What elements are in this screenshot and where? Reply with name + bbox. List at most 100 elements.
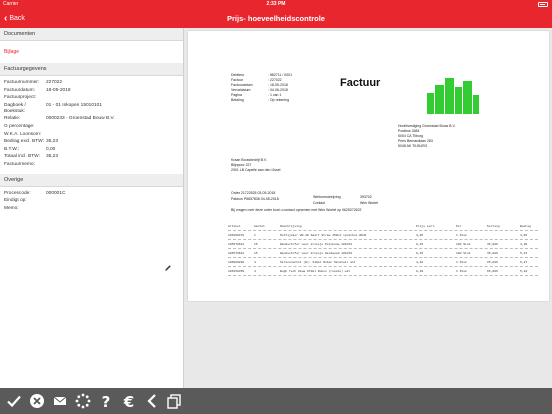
field-value	[46, 95, 183, 101]
field-label: Dagboek / Boekstuk:	[4, 102, 26, 114]
table-cell: 105578681	[228, 252, 245, 255]
field-label: Factuurnummer:	[4, 80, 40, 85]
order-line: Order 21722525 03-05-2018	[231, 191, 276, 195]
field-label: Factuurdatum:	[4, 87, 35, 93]
table-divider	[228, 239, 538, 240]
status-bar: Carrier 2:33 PM	[0, 0, 552, 9]
field-label: Eindigt op:	[4, 198, 27, 204]
table-cell: 65,00%	[487, 270, 498, 273]
table-cell: 1 Stuk	[456, 234, 467, 237]
field-value: 000001C	[46, 190, 66, 196]
invoice-meta: Debiteur: 882711 / 0001 Factuur: 227022 Fa…	[231, 73, 292, 103]
edit-pencil-icon[interactable]	[164, 264, 172, 272]
invoice-page: Debiteur: 882711 / 0001 Factuur: 227022 Fa…	[188, 31, 549, 301]
table-cell: Multijoker WD-40 Smart Straw 450ml spuit…	[280, 234, 367, 237]
field-value: 0000233 - Groenstad Bouw B.V.	[46, 116, 115, 122]
nav-bar: ‹ Back Prijs- hoeveelheidscontrole	[0, 9, 552, 28]
svg-text:€: €	[123, 393, 134, 409]
copy-icon[interactable]	[166, 393, 182, 409]
recipient-line: 2901 LB Capelle aan den IJssel	[231, 168, 281, 172]
table-cell: 35,00%	[487, 252, 498, 255]
section-header-factuurgegevens: Factuurgegevens	[0, 63, 183, 76]
field-row: Procescode: 000001C	[0, 191, 183, 197]
werkomschrijving-value: 393702	[360, 195, 372, 199]
table-divider	[228, 257, 538, 258]
field-row: Memo:	[0, 206, 183, 212]
table-cell: 105578681	[228, 243, 245, 246]
table-header-cell: Aantal	[254, 225, 265, 228]
table-header-cell: Omschrijving	[280, 225, 302, 228]
loading-icon[interactable]	[75, 393, 91, 409]
field-value: 01 - 01 Inkopen 15010101	[46, 102, 103, 108]
table-cell: 4,39	[520, 243, 528, 246]
section-header-documenten: Documenten	[0, 28, 183, 41]
field-row: Factuurdatum: 18-05-2018	[0, 88, 183, 94]
field-row: Factuurproject:	[0, 95, 183, 101]
section-header-overige: Overige	[0, 173, 183, 187]
sidebar: Documenten Bijlage Factuurgegevens Factu…	[0, 28, 184, 388]
pakbon-line: Pakbon P6657836 04-05-2018	[231, 197, 279, 201]
help-icon[interactable]: ?	[98, 393, 114, 409]
table-cell: 105209478	[228, 234, 245, 237]
city-logo-icon	[427, 78, 479, 114]
table-cell: 4	[254, 270, 256, 273]
table-header-cell: Prijs excl.	[416, 225, 436, 228]
table-divider	[228, 248, 538, 249]
table-divider	[228, 275, 538, 276]
table-cell: 5,94	[520, 270, 528, 273]
cancel-icon[interactable]	[29, 393, 45, 409]
field-value: 35,23	[46, 139, 59, 145]
contact-label: Contact	[313, 201, 326, 205]
battery-icon	[538, 2, 548, 7]
table-cell: 15	[254, 243, 258, 246]
field-value: 35,23	[46, 154, 59, 160]
svg-text:?: ?	[102, 393, 111, 409]
field-row: B.T.W.: 0,00	[0, 147, 183, 153]
table-divider	[228, 266, 538, 267]
recipient-address: Kraan Bouwbedrijf B.V. Blijnpoor 227 2901 …	[231, 158, 280, 173]
table-cell: 100 Stuk	[456, 243, 471, 246]
meta-label: Betaling	[231, 98, 244, 102]
table-cell: 5,13	[520, 252, 528, 255]
field-row: Factuurnummer: 227022	[0, 80, 183, 86]
field-label: W.K.A. Loonsom:	[4, 131, 42, 137]
field-label: Bedrag excl. BTW:	[4, 139, 44, 145]
field-value	[46, 132, 183, 138]
field-value	[46, 162, 183, 168]
table-cell: Wandschrfer voor kruisje Hardwood 100x50	[280, 252, 353, 255]
table-cell: 1 Stuk	[456, 270, 467, 273]
field-row: Totaal incl. BTW: 35,23	[0, 154, 183, 160]
table-cell: 4,48	[416, 261, 424, 264]
field-label: Totaal incl. BTW:	[4, 154, 40, 160]
field-value: 227022	[46, 80, 63, 85]
table-cell: Wandschrfer voor kruisje Polybouw 100x50	[280, 243, 353, 246]
clock: 2:33 PM	[266, 1, 286, 7]
field-row: G percentage:	[0, 124, 183, 130]
contact-value: Wim Wortel	[360, 201, 379, 205]
contact-note: Bij vragen over deze order kunt u contac…	[231, 208, 362, 212]
field-label: Relatie:	[4, 116, 21, 122]
field-label: Procescode:	[4, 190, 31, 196]
bijlage-link[interactable]: Bijlage	[0, 41, 183, 63]
check-icon[interactable]	[6, 393, 22, 409]
field-row: Bedrag excl. BTW: 35,23	[0, 139, 183, 145]
invoice-preview[interactable]: Debiteur: 882711 / 0001 Factuur: 227022 Fa…	[185, 28, 552, 388]
field-label: Factuurproject:	[4, 95, 36, 101]
table-cell: 6,45	[416, 252, 424, 255]
field-value: 18-05-2018	[46, 87, 71, 93]
table-cell: 8,49	[416, 270, 424, 273]
mail-icon[interactable]	[52, 393, 68, 409]
field-label: G percentage:	[4, 123, 35, 129]
bottom-toolbar: ? €	[0, 388, 552, 414]
field-value: 0,00	[46, 146, 56, 152]
table-header-cell: Artikel	[228, 225, 241, 228]
euro-icon[interactable]: €	[121, 393, 137, 409]
field-value	[46, 124, 183, 130]
field-row: Eindigt op:	[0, 198, 183, 204]
table-cell: 4,95	[520, 234, 528, 237]
table-cell: 1 Stuk	[456, 261, 467, 264]
table-cell: 105969838	[228, 261, 245, 264]
table-cell: 1	[254, 234, 256, 237]
back-icon[interactable]	[144, 393, 160, 409]
table-cell: 65,00%	[487, 261, 498, 264]
